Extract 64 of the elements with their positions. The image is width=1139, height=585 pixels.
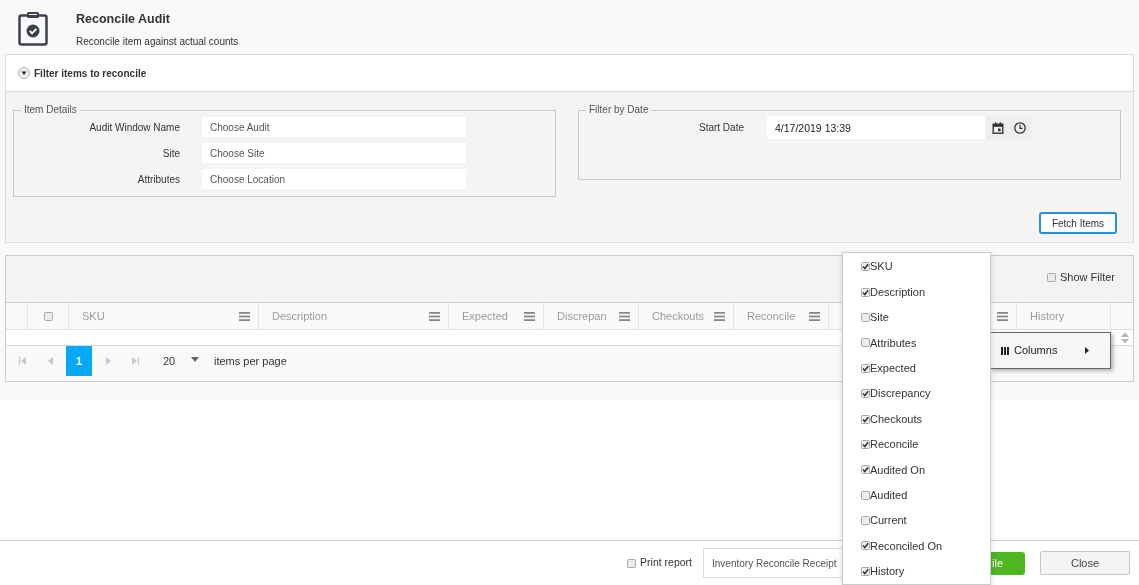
menu-icon[interactable] <box>429 311 440 321</box>
field-label: Start Date <box>697 121 744 135</box>
group-legend: Item Details <box>21 104 80 116</box>
menu-icon[interactable] <box>997 311 1008 321</box>
calendar-icon[interactable] <box>991 121 1004 134</box>
checkbox[interactable] <box>1046 272 1056 282</box>
close-button[interactable]: Close <box>1040 551 1130 575</box>
select-all-checkbox[interactable] <box>43 311 53 321</box>
menu-icon[interactable] <box>619 311 630 321</box>
checkbox[interactable] <box>861 389 870 399</box>
column-toggle-item[interactable]: Site <box>843 304 990 331</box>
clipboard-check-icon <box>18 11 48 46</box>
clock-icon[interactable] <box>1013 121 1026 134</box>
checkbox[interactable] <box>861 262 870 272</box>
fetch-items-button[interactable]: Fetch Items <box>1039 212 1117 234</box>
page-size-label: items per page <box>214 354 287 369</box>
page-title: Reconcile Audit <box>76 12 171 27</box>
checkbox[interactable] <box>861 490 870 500</box>
page-size-dropdown[interactable]: 20 <box>155 346 205 376</box>
checkbox[interactable] <box>861 439 870 449</box>
filter-toggle[interactable]: Filter items to reconcile <box>18 65 147 81</box>
checkbox[interactable] <box>861 312 870 322</box>
checkbox[interactable] <box>861 465 870 475</box>
checkbox[interactable] <box>861 287 870 297</box>
menu-icon[interactable] <box>524 311 535 321</box>
group-legend: Filter by Date <box>586 104 652 116</box>
column-toggle-item[interactable]: Expected <box>843 355 990 381</box>
column-toggle-item[interactable]: History <box>843 558 990 585</box>
caret-down-icon <box>191 357 199 362</box>
print-report-toggle[interactable]: Print report <box>627 555 692 571</box>
page-subtitle: Reconcile item against actual counts <box>76 36 239 48</box>
column-toggle-item[interactable]: Reconcile <box>843 431 990 458</box>
text-field[interactable]: Choose Audit <box>202 117 466 137</box>
checkbox[interactable] <box>627 558 637 568</box>
text-field[interactable]: Choose Location <box>202 169 466 189</box>
menu-icon[interactable] <box>809 311 820 321</box>
column-toggle-item[interactable]: Audited <box>843 482 990 508</box>
column-toggle-item[interactable]: Checkouts <box>843 406 990 432</box>
column-toggle-item[interactable]: SKU <box>843 254 990 280</box>
checkbox[interactable] <box>861 541 870 551</box>
show-filter-toggle[interactable]: Show Filter <box>1046 268 1115 286</box>
menu-icon[interactable] <box>714 311 725 321</box>
checkbox[interactable] <box>861 338 870 348</box>
column-toggle-item[interactable]: Current <box>843 507 990 534</box>
column-toggle-item[interactable]: Attributes <box>843 330 990 356</box>
field-label: Site <box>161 146 180 161</box>
column-toggle-item[interactable]: Description <box>843 279 990 305</box>
checkbox[interactable] <box>861 363 870 373</box>
text-field[interactable]: Choose Site <box>202 143 466 163</box>
field-label: Audit Window Name <box>88 120 180 135</box>
columns-menu-item[interactable]: Columns <box>991 333 1110 368</box>
receipt-template-dropdown[interactable]: Inventory Reconcile Receipt <box>703 548 842 578</box>
checkbox[interactable] <box>861 414 870 424</box>
column-toggle-item[interactable]: Reconciled On <box>843 533 990 559</box>
column-toggle-item[interactable]: Discrepancy <box>843 380 990 407</box>
menu-icon[interactable] <box>239 311 250 321</box>
field-label: Attributes <box>136 172 180 187</box>
checkbox[interactable] <box>861 516 870 526</box>
column-toggle-item[interactable]: Audited On <box>843 457 990 483</box>
caret-right-icon <box>1085 347 1089 354</box>
scroll-arrows-icon[interactable] <box>1121 331 1129 344</box>
date-input[interactable]: 4/17/2019 13:39 <box>767 116 985 139</box>
checkbox[interactable] <box>861 566 870 576</box>
columns-icon <box>1001 346 1009 355</box>
